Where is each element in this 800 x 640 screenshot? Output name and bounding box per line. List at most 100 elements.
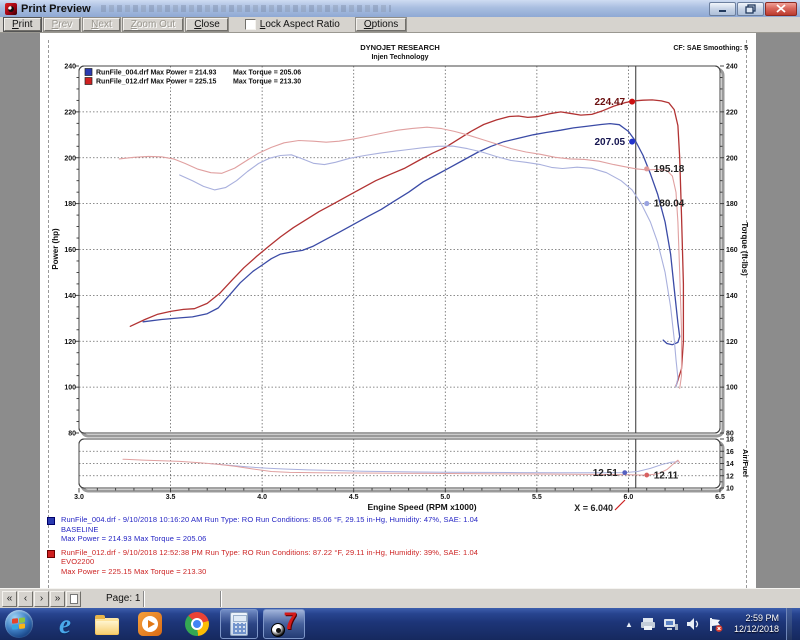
taskbar-clock[interactable]: 2:59 PM 12/12/2018	[734, 613, 779, 635]
run-info-evo2200: RunFile_012.drf - 9/10/2018 12:52:38 PM …	[47, 548, 737, 577]
close-preview-button[interactable]: Close	[186, 18, 228, 31]
svg-text:4.0: 4.0	[257, 494, 267, 501]
internet-explorer-icon: e	[59, 611, 71, 637]
svg-text:RunFile_004.drf Max Power = 21: RunFile_004.drf Max Power = 214.93	[96, 70, 217, 77]
svg-text:180: 180	[726, 201, 738, 208]
x-axis-title: Engine Speed (RPM x1000)	[367, 502, 476, 512]
printer-icon[interactable]	[640, 617, 656, 631]
cursor-readout-label: X = 6.040	[574, 503, 613, 513]
run1-line2: BASELINE	[61, 525, 478, 535]
svg-text:140: 140	[726, 293, 738, 300]
marker-dot-195.18	[644, 166, 649, 171]
svg-text:240: 240	[726, 64, 738, 71]
marker-dot-207.05	[629, 139, 635, 145]
svg-text:220: 220	[726, 109, 738, 116]
start-button[interactable]	[5, 610, 33, 638]
statusbar: « ‹ › » Page: 1	[0, 588, 800, 608]
media-player-icon	[138, 612, 162, 636]
lock-aspect-ratio-label: Lock Aspect Ratio	[260, 19, 340, 30]
svg-text:160: 160	[726, 247, 738, 254]
value-label-12.11: 12.11	[654, 470, 679, 481]
svg-text:100: 100	[64, 385, 76, 392]
svg-text:6.5: 6.5	[715, 494, 725, 501]
first-page-button[interactable]: «	[2, 591, 17, 607]
windows-flag-icon	[12, 617, 26, 630]
svg-text:6.0: 6.0	[624, 494, 634, 501]
print-preview-window: Print Preview Print Prev Next Zoom Out	[0, 0, 800, 608]
svg-text:100: 100	[726, 385, 738, 392]
taskbar-item-chrome[interactable]	[184, 611, 210, 637]
next-button[interactable]: Next	[83, 18, 120, 31]
clock-time: 2:59 PM	[734, 613, 779, 624]
toolbar: Print Prev Next Zoom Out Close Lock Aspe…	[0, 17, 800, 33]
value-label-224.47: 224.47	[594, 97, 625, 108]
minimize-button[interactable]	[709, 2, 736, 16]
print-button[interactable]: Print	[4, 18, 41, 31]
calculator-icon	[230, 612, 248, 636]
taskbar-item-calculator[interactable]	[220, 609, 258, 639]
prev-page-button[interactable]: ‹	[18, 591, 33, 607]
svg-text:14: 14	[726, 461, 734, 468]
value-label-195.18: 195.18	[654, 164, 685, 175]
page-thumbnail-button[interactable]	[66, 591, 81, 607]
svg-text:RunFile_012.drf Max Power = 22: RunFile_012.drf Max Power = 225.15	[96, 79, 217, 86]
folder-icon	[95, 618, 119, 635]
dyno-app-icon: 7	[271, 611, 297, 637]
restore-button[interactable]	[737, 2, 764, 16]
close-button[interactable]	[765, 2, 797, 16]
taskbar-item-media-player[interactable]	[137, 611, 163, 637]
torque-axis-title: Torque (ft-lbs)	[740, 222, 749, 276]
svg-text:5.0: 5.0	[440, 494, 450, 501]
svg-text:200: 200	[726, 155, 738, 162]
cursor-pointer-tick	[615, 500, 625, 510]
next-page-button[interactable]: ›	[34, 591, 49, 607]
run-info-baseline: RunFile_004.drf - 9/10/2018 10:16:20 AM …	[47, 515, 737, 544]
statusbar-divider	[143, 591, 145, 607]
show-desktop-button[interactable]	[786, 608, 792, 640]
document-title-faded	[101, 5, 391, 12]
power-axis-title: Power (hp)	[51, 228, 60, 270]
svg-text:4.5: 4.5	[349, 494, 359, 501]
restore-icon	[745, 4, 756, 14]
minimize-icon	[718, 4, 728, 13]
action-center-flag-icon[interactable]	[708, 617, 723, 632]
svg-text:180: 180	[64, 201, 76, 208]
svg-text:Max Torque = 213.30: Max Torque = 213.30	[233, 79, 301, 86]
svg-text:3.0: 3.0	[74, 494, 84, 501]
svg-text:18: 18	[726, 437, 734, 444]
svg-text:120: 120	[64, 339, 76, 346]
svg-text:3.5: 3.5	[166, 494, 176, 501]
chrome-icon	[185, 612, 209, 636]
svg-text:5.5: 5.5	[532, 494, 542, 501]
last-page-button[interactable]: »	[50, 591, 65, 607]
lock-aspect-ratio-checkbox[interactable]	[245, 19, 256, 30]
taskbar-item-internet-explorer[interactable]: e	[52, 611, 78, 637]
taskbar-item-file-explorer[interactable]	[94, 611, 120, 637]
window-title: Print Preview	[21, 3, 91, 15]
value-label-180.04: 180.04	[654, 199, 685, 210]
marker-dot-224.47	[629, 99, 635, 105]
titlebar[interactable]: Print Preview	[0, 0, 800, 17]
marker-dot-12.51	[622, 470, 627, 475]
tray-expand-icon[interactable]: ▲	[625, 620, 633, 629]
taskbar-item-winpep[interactable]: 7	[263, 609, 305, 639]
zoom-out-button[interactable]: Zoom Out	[123, 18, 183, 31]
svg-text:16: 16	[726, 449, 734, 456]
taskbar: e 7 ▲ 2:59	[0, 608, 800, 640]
run2-line2: EVO2200	[61, 557, 478, 567]
options-button[interactable]: Options	[356, 18, 406, 31]
preview-area: 2402402202202002001801801601601401401201…	[0, 33, 800, 588]
network-icon[interactable]	[663, 617, 679, 631]
svg-text:200: 200	[64, 155, 76, 162]
svg-text:Max Torque = 205.06: Max Torque = 205.06	[233, 70, 301, 77]
value-label-12.51: 12.51	[593, 468, 618, 479]
clock-date: 12/12/2018	[734, 624, 779, 635]
svg-text:10: 10	[726, 486, 734, 493]
prev-button[interactable]: Prev	[44, 18, 81, 31]
page-number-label: Page: 1	[106, 593, 140, 604]
svg-text:160: 160	[64, 247, 76, 254]
report-subtitle: Injen Technology	[371, 54, 428, 61]
svg-text:120: 120	[726, 339, 738, 346]
app-icon	[5, 3, 17, 15]
volume-icon[interactable]	[686, 617, 701, 631]
